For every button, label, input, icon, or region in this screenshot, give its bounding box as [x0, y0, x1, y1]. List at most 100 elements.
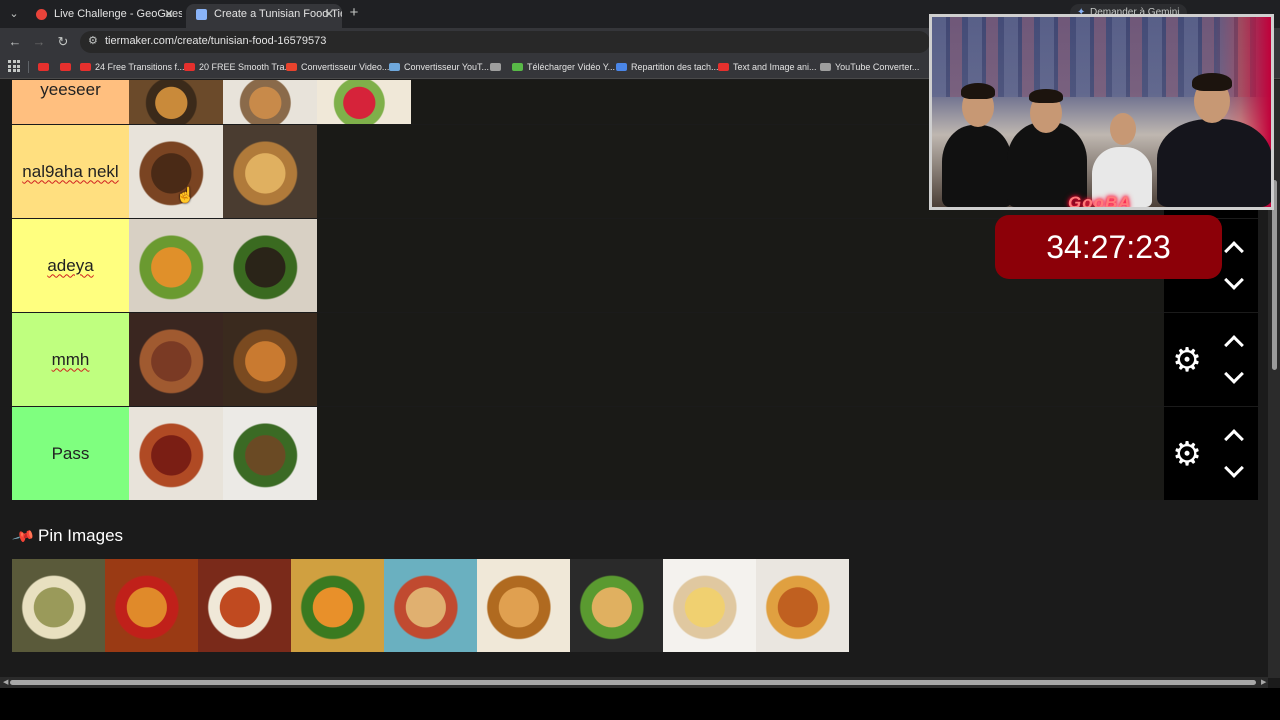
- bookmark-item[interactable]: [38, 59, 53, 75]
- close-tab-icon[interactable]: ✕: [164, 4, 174, 24]
- apps-grid-icon[interactable]: [8, 60, 20, 72]
- forward-arrow-icon[interactable]: →: [30, 33, 48, 51]
- tab-search-chevron-icon[interactable]: ⌄: [6, 6, 22, 22]
- bookmark-item[interactable]: Convertisseur YouT...: [389, 59, 489, 75]
- shakshuka-image[interactable]: [198, 559, 291, 652]
- tier-label-text[interactable]: mmh: [52, 350, 90, 370]
- stew-with-peppers-image[interactable]: [105, 559, 198, 652]
- tier-label[interactable]: yeeseer: [12, 80, 129, 124]
- tier-label[interactable]: Pass: [12, 407, 129, 500]
- gear-icon[interactable]: ⚙: [1170, 342, 1204, 377]
- pushpin-icon: 📌: [11, 524, 36, 550]
- bookmark-label: Text and Image ani...: [733, 62, 817, 72]
- bookmark-item[interactable]: 24 Free Transitions f...: [80, 59, 185, 75]
- tier-items: [129, 125, 317, 218]
- pin-images-title: Pin Images: [38, 526, 124, 545]
- crepe-image[interactable]: [663, 559, 756, 652]
- tab-geoguessr[interactable]: Live Challenge - GeoGuessr ✕: [26, 4, 182, 28]
- bookmark-item[interactable]: [60, 59, 75, 75]
- baguette-sandwich-image[interactable]: [570, 559, 663, 652]
- bookmark-label: Convertisseur Video...: [301, 62, 390, 72]
- horizontal-scrollbar[interactable]: ◀ ▶: [0, 677, 1268, 688]
- move-tier-up-button[interactable]: [1220, 238, 1248, 261]
- scroll-right-icon[interactable]: ▶: [1261, 677, 1266, 688]
- bookmark-favicon-icon: [512, 63, 523, 71]
- new-tab-button[interactable]: +: [346, 4, 362, 24]
- stream-timer: 34:27:23: [995, 215, 1222, 279]
- soup-bowl-image[interactable]: [223, 80, 317, 124]
- couscous-with-vegetables-image[interactable]: [129, 219, 223, 312]
- tier-label[interactable]: adeya: [12, 219, 129, 312]
- bookmark-favicon-icon: [490, 63, 501, 71]
- tier-label-text[interactable]: adeya: [47, 256, 93, 276]
- move-tier-down-button[interactable]: [1220, 269, 1248, 294]
- bookmark-favicon-icon: [80, 63, 91, 71]
- lamb-with-rice-image[interactable]: [223, 313, 317, 406]
- couscous-plate-image[interactable]: [291, 559, 384, 652]
- geoguessr-favicon-icon: [36, 9, 47, 20]
- reload-icon[interactable]: ↻: [54, 33, 72, 51]
- tier-items: [129, 313, 317, 406]
- bookmark-favicon-icon: [38, 63, 49, 71]
- bookmark-item[interactable]: Text and Image ani...: [718, 59, 817, 75]
- tier-label[interactable]: nal9aha nekl: [12, 125, 129, 218]
- person-1-hair: [961, 83, 995, 99]
- streamer-logo: GooBA: [1068, 193, 1132, 210]
- wrap-sandwich-image[interactable]: [384, 559, 477, 652]
- bookmark-label: 20 FREE Smooth Tra...: [199, 62, 293, 72]
- tier-label-text[interactable]: yeeseer: [40, 80, 100, 100]
- chevron-up-icon: [1224, 428, 1244, 449]
- tab-tiermaker[interactable]: Create a Tunisian Food Tier List ✕: [186, 4, 342, 28]
- chevron-down-icon: [1224, 363, 1244, 384]
- bookmark-item[interactable]: Télécharger Vidéo Y...: [512, 59, 615, 75]
- bookmark-favicon-icon: [60, 63, 71, 71]
- webcam-overlay: GooBA: [929, 14, 1274, 210]
- bookmark-favicon-icon: [184, 63, 195, 71]
- tab-title: Live Challenge - GeoGuessr: [54, 8, 182, 20]
- image-pool: [12, 559, 849, 652]
- green-rice-dish-image[interactable]: [12, 559, 105, 652]
- rice-dish-image[interactable]: [223, 407, 317, 500]
- move-tier-down-button[interactable]: [1220, 457, 1248, 482]
- address-bar[interactable]: ⚙ tiermaker.com/create/tunisian-food-165…: [80, 31, 930, 53]
- spaghetti-with-meat-image[interactable]: [129, 80, 223, 124]
- move-tier-up-button[interactable]: [1220, 426, 1248, 449]
- tier-label-text[interactable]: nal9aha nekl: [22, 162, 118, 182]
- tier-row: mmh ⚙: [12, 313, 1258, 406]
- layered-pastry-image[interactable]: [477, 559, 570, 652]
- bookmark-item[interactable]: Repartition des tach...: [616, 59, 719, 75]
- meatballs-in-sauce-image[interactable]: [129, 313, 223, 406]
- tiermaker-favicon-icon: [196, 9, 207, 20]
- bookmark-item[interactable]: Convertisseur Video...: [286, 59, 389, 75]
- tier-label[interactable]: mmh: [12, 313, 129, 406]
- bookmark-item[interactable]: 20 FREE Smooth Tra...: [184, 59, 292, 75]
- chickpea-stew-image[interactable]: [129, 407, 223, 500]
- scroll-left-icon[interactable]: ◀: [3, 677, 8, 688]
- site-info-icon[interactable]: ⚙: [88, 34, 98, 47]
- mloukhia-stew-image[interactable]: [223, 219, 317, 312]
- hand-cursor-icon: ☝: [176, 187, 195, 204]
- chevron-down-icon: [1224, 269, 1244, 290]
- chevron-up-icon: [1224, 334, 1244, 355]
- person-4-hair: [1192, 73, 1232, 91]
- bookmark-favicon-icon: [286, 63, 297, 71]
- back-arrow-icon[interactable]: ←: [6, 33, 24, 51]
- url-text[interactable]: tiermaker.com/create/tunisian-food-16579…: [105, 35, 326, 47]
- tab-title: Create a Tunisian Food Tier List: [214, 8, 342, 20]
- bookmark-item[interactable]: YouTube Converter...: [820, 59, 919, 75]
- bookmark-favicon-icon: [616, 63, 627, 71]
- fried-bread-sandwich-image[interactable]: [756, 559, 849, 652]
- horizontal-scrollbar-thumb[interactable]: [10, 680, 1256, 685]
- tomato-salad-image[interactable]: [317, 80, 411, 124]
- gear-icon[interactable]: ⚙: [1170, 436, 1204, 471]
- brik-pastry-image[interactable]: [223, 125, 317, 218]
- move-tier-up-button[interactable]: [1220, 332, 1248, 355]
- bookmark-label: Télécharger Vidéo Y...: [527, 62, 616, 72]
- person-1: [942, 125, 1012, 207]
- tier-label-text[interactable]: Pass: [52, 444, 90, 464]
- close-tab-icon[interactable]: ✕: [324, 4, 334, 24]
- bookmark-item[interactable]: [490, 59, 505, 75]
- pin-images-heading: 📌 Pin Images: [11, 524, 124, 549]
- move-tier-down-button[interactable]: [1220, 363, 1248, 388]
- grilled-meat-plate-image[interactable]: [129, 125, 223, 218]
